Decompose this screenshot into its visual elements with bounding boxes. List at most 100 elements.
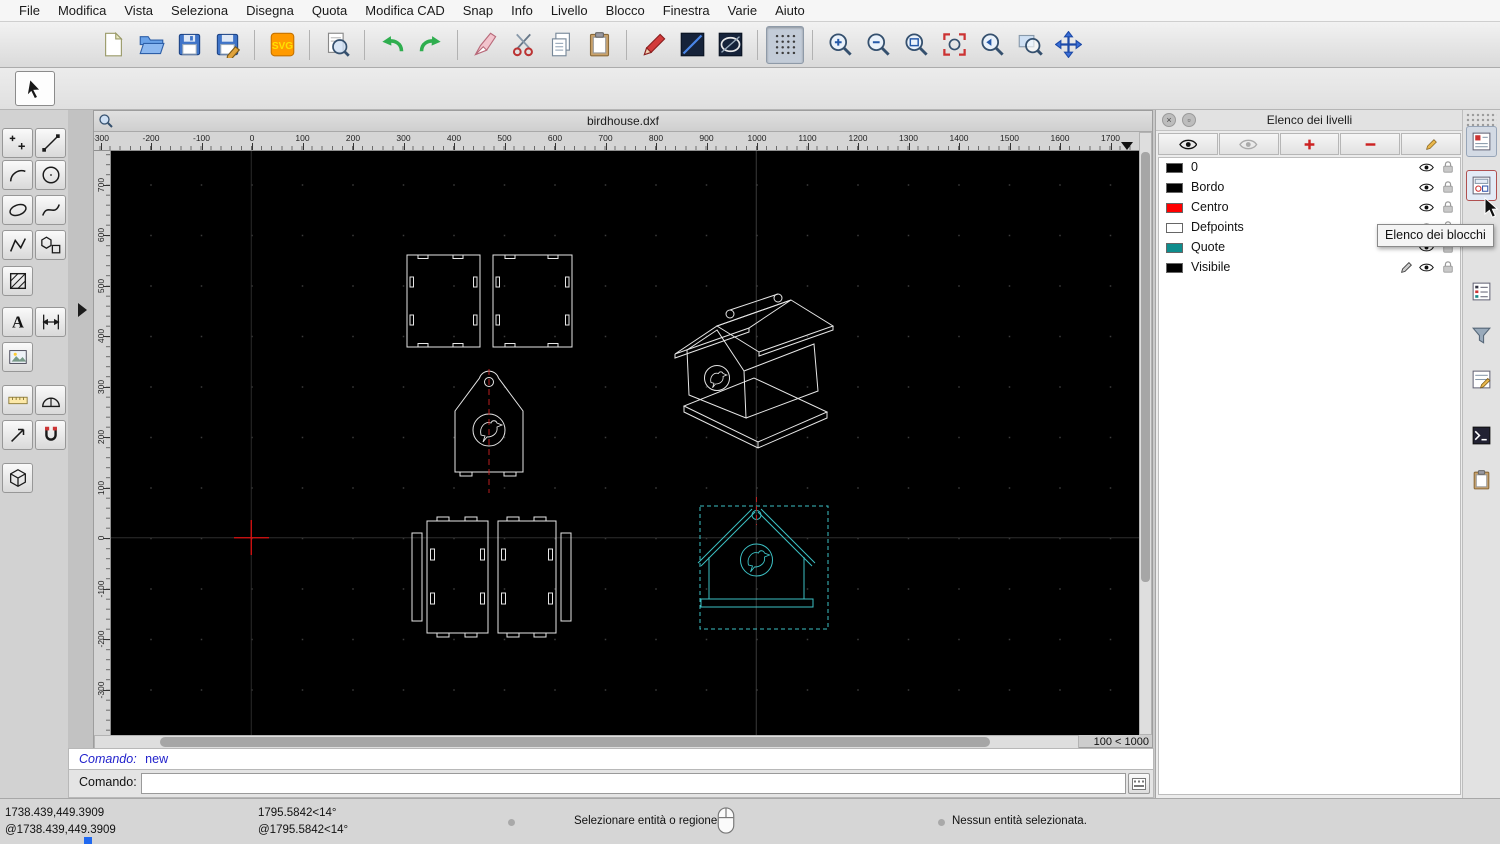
layer-row-bordo[interactable]: Bordo <box>1159 178 1460 198</box>
dock-command-icon <box>1472 426 1491 445</box>
dimension-tool-button[interactable] <box>35 307 66 337</box>
spline-tool-button[interactable] <box>35 195 66 225</box>
menu-item-finestra[interactable]: Finestra <box>654 0 719 22</box>
ruler-h-label: 1700 <box>1101 133 1120 143</box>
layer-visibility-toggle[interactable] <box>1419 261 1434 279</box>
line-attributes-button[interactable] <box>673 26 711 64</box>
dock-grip-handle[interactable] <box>1466 113 1497 127</box>
hide-all-layers-button[interactable] <box>1218 133 1279 155</box>
horizontal-scrollbar-thumb[interactable] <box>160 737 990 747</box>
add-layer-button[interactable] <box>1279 133 1340 155</box>
layer-lock-toggle[interactable] <box>1442 260 1454 279</box>
menu-item-aiuto[interactable]: Aiuto <box>766 0 814 22</box>
drawing-canvas[interactable] <box>111 151 1141 735</box>
print-preview-button[interactable] <box>318 26 356 64</box>
ellipse-attributes-button[interactable] <box>711 26 749 64</box>
attributes-pen-button[interactable] <box>635 26 673 64</box>
menu-item-modifica[interactable]: Modifica <box>49 0 115 22</box>
edit-layer-button[interactable] <box>1401 133 1461 155</box>
layer-visibility-toggle[interactable] <box>1419 181 1434 199</box>
zoom-out-button[interactable] <box>859 26 897 64</box>
menu-item-quota[interactable]: Quota <box>303 0 356 22</box>
redo-button[interactable] <box>411 26 449 64</box>
zoom-in-button[interactable] <box>821 26 859 64</box>
menu-item-vista[interactable]: Vista <box>115 0 162 22</box>
zoom-selected-button[interactable] <box>935 26 973 64</box>
clipboard-panel-toggle[interactable] <box>1466 464 1497 495</box>
open-file-button[interactable] <box>132 26 170 64</box>
plus-icon <box>1304 139 1315 149</box>
library-browser-toggle[interactable] <box>1466 126 1497 157</box>
menu-item-livello[interactable]: Livello <box>542 0 597 22</box>
grid-toggle-button[interactable] <box>766 25 804 64</box>
arc-tool-icon <box>9 169 26 182</box>
menu-item-file[interactable]: File <box>10 0 49 22</box>
circle-tool-button[interactable] <box>35 160 66 190</box>
svg-export-button[interactable]: SVG <box>263 26 301 64</box>
ruler-h-label: 900 <box>699 133 714 143</box>
layer-list-toggle[interactable] <box>1466 276 1497 307</box>
ellipse-tool-button[interactable] <box>2 195 33 225</box>
menu-item-snap[interactable]: Snap <box>454 0 502 22</box>
modify-tool-button[interactable] <box>2 420 33 450</box>
save-icon <box>178 33 200 56</box>
text-tool-button[interactable]: A <box>2 307 33 337</box>
horizontal-scrollbar[interactable] <box>94 735 1079 749</box>
hatch-tool-icon <box>9 272 26 290</box>
measure-distance-tool-button[interactable] <box>2 385 33 415</box>
selection-tool-button[interactable] <box>15 71 55 106</box>
pencil-icon <box>1425 138 1437 150</box>
command-line-toggle[interactable] <box>1466 420 1497 451</box>
line-tool-button[interactable] <box>35 128 66 158</box>
paste-button[interactable] <box>580 26 618 64</box>
layer-lock-toggle[interactable] <box>1442 200 1454 219</box>
vertical-scrollbar[interactable] <box>1139 132 1152 735</box>
save-as-button[interactable] <box>208 26 246 64</box>
entity-properties-toggle[interactable] <box>1466 364 1497 395</box>
save-button[interactable] <box>170 26 208 64</box>
pan-button[interactable] <box>1049 26 1087 64</box>
vertical-scrollbar-thumb[interactable] <box>1141 152 1150 582</box>
delete-entities-button[interactable] <box>466 26 504 64</box>
layer-row-centro[interactable]: Centro <box>1159 198 1460 218</box>
cut-button[interactable] <box>504 26 542 64</box>
zoom-window-button[interactable] <box>1011 26 1049 64</box>
arc-tool-button[interactable] <box>2 160 33 190</box>
circle-tool-icon <box>41 166 60 184</box>
copy-button[interactable] <box>542 26 580 64</box>
layer-lock-toggle[interactable] <box>1442 160 1454 179</box>
layer-lock-toggle[interactable] <box>1442 180 1454 199</box>
layer-row-visibile[interactable]: Visibile <box>1159 258 1460 278</box>
undo-button[interactable] <box>373 26 411 64</box>
layer-visibility-toggle[interactable] <box>1419 161 1434 179</box>
hatch-tool-button[interactable] <box>2 266 33 296</box>
measure-angle-tool-button[interactable] <box>35 385 66 415</box>
image-tool-button[interactable] <box>2 342 33 372</box>
menu-item-modifica-cad[interactable]: Modifica CAD <box>356 0 453 22</box>
remove-layer-button[interactable] <box>1340 133 1401 155</box>
ruler-h-label: 600 <box>547 133 563 143</box>
ruler-v-tick <box>103 538 110 539</box>
menu-item-blocco[interactable]: Blocco <box>597 0 654 22</box>
text-tool-icon: A <box>12 313 24 332</box>
zoom-auto-button[interactable] <box>897 26 935 64</box>
command-options-button[interactable] <box>1128 773 1150 794</box>
layer-row-0[interactable]: 0 <box>1159 158 1460 178</box>
menu-item-info[interactable]: Info <box>502 0 542 22</box>
block-tool-button[interactable] <box>2 463 33 493</box>
point-tool-button[interactable] <box>2 128 33 158</box>
menu-item-seleziona[interactable]: Seleziona <box>162 0 237 22</box>
menu-item-disegna[interactable]: Disegna <box>237 0 303 22</box>
polygon-tool-button[interactable] <box>35 230 66 260</box>
snap-tool-button[interactable] <box>35 420 66 450</box>
new-document-button[interactable] <box>94 26 132 64</box>
selection-filter-toggle[interactable] <box>1466 320 1497 351</box>
zoom-previous-button[interactable] <box>973 26 1011 64</box>
polyline-tool-button[interactable] <box>2 230 33 260</box>
grid-status-label: 100 < 1000 <box>1093 736 1149 748</box>
command-input[interactable] <box>141 773 1126 794</box>
menu-item-varie[interactable]: Varie <box>719 0 766 22</box>
layer-visibility-toggle[interactable] <box>1419 201 1434 219</box>
panel-expander-arrow[interactable] <box>78 303 87 317</box>
show-all-layers-button[interactable] <box>1158 133 1218 155</box>
